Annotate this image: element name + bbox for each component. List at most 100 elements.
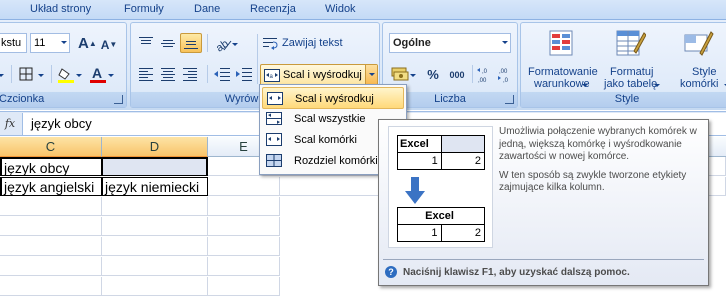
svg-text:,00: ,00 bbox=[478, 78, 487, 84]
text-orientation-icon: ab bbox=[214, 38, 232, 52]
underline-button[interactable] bbox=[0, 64, 5, 84]
decrease-decimal-icon: ,00 ,0 bbox=[498, 69, 509, 84]
cell-e4[interactable] bbox=[208, 217, 280, 236]
cell-e7[interactable] bbox=[208, 277, 280, 296]
font-group: kstu 11 A▲ A▼ A Czcionka bbox=[0, 22, 127, 108]
wrap-text-icon bbox=[263, 38, 278, 50]
merge-center-label: Scal i wyśrodkuj bbox=[283, 69, 362, 81]
thousands-separator-button[interactable]: 000 bbox=[445, 64, 469, 84]
cell-d5[interactable] bbox=[102, 237, 208, 256]
after-table: Excel 1 2 bbox=[397, 207, 485, 242]
cell-d4[interactable] bbox=[102, 217, 208, 236]
orientation-button[interactable]: ab bbox=[211, 33, 241, 53]
menu-item-label: Rozdziel komórki bbox=[294, 155, 378, 167]
cell-d1[interactable] bbox=[102, 157, 208, 176]
thousands-icon: 000 bbox=[449, 70, 465, 80]
percent-icon: % bbox=[427, 67, 439, 82]
cell-e6[interactable] bbox=[208, 257, 280, 276]
align-right-button[interactable] bbox=[180, 64, 200, 84]
tab-data[interactable]: Dane bbox=[194, 3, 220, 15]
arrow-down-icon bbox=[405, 177, 425, 204]
svg-text:,0: ,0 bbox=[503, 78, 509, 84]
tab-view[interactable]: Widok bbox=[325, 3, 356, 15]
tab-formulas[interactable]: Formuły bbox=[124, 3, 164, 15]
font-group-label: Czcionka bbox=[0, 92, 126, 107]
cell-styles-icon bbox=[684, 31, 714, 56]
ribbon-tabs: Układ strony Formuły Dane Recenzja Widok bbox=[0, 0, 726, 20]
increase-decimal-icon: ,0 ,00 bbox=[477, 68, 488, 84]
cell-d6[interactable] bbox=[102, 257, 208, 276]
fill-color-button[interactable] bbox=[55, 64, 85, 84]
tab-review[interactable]: Recenzja bbox=[250, 3, 296, 15]
cell-e5[interactable] bbox=[208, 237, 280, 256]
cell-c7[interactable] bbox=[0, 277, 102, 296]
decrease-indent-button[interactable] bbox=[211, 64, 231, 84]
number-format-select[interactable]: Ogólne bbox=[389, 33, 511, 53]
chevron-down-icon bbox=[61, 41, 67, 44]
align-bottom-button[interactable] bbox=[180, 33, 202, 53]
dialog-launcher-icon[interactable] bbox=[114, 95, 123, 104]
merge-across-icon bbox=[266, 112, 282, 125]
cell-d3[interactable] bbox=[102, 197, 208, 216]
cell-e2[interactable] bbox=[208, 177, 280, 196]
grow-font-button[interactable]: A▲ bbox=[77, 33, 97, 53]
chevron-down-icon bbox=[232, 43, 238, 46]
paint-bucket-icon bbox=[58, 68, 74, 83]
help-icon: ? bbox=[385, 266, 397, 278]
cell-c5[interactable] bbox=[0, 237, 102, 256]
cell-c3[interactable] bbox=[0, 197, 102, 216]
borders-icon bbox=[19, 67, 33, 81]
accounting-format-button[interactable] bbox=[389, 64, 419, 84]
align-center-button[interactable] bbox=[158, 64, 178, 84]
conditional-formatting-button[interactable]: Formatowanie warunkowe bbox=[525, 26, 598, 92]
cell-c6[interactable] bbox=[0, 257, 102, 276]
cell-c2[interactable]: język angielski bbox=[0, 177, 102, 196]
cell-c4[interactable] bbox=[0, 217, 102, 236]
tooltip-text: Umożliwia połączenie wybranych komórek w… bbox=[499, 126, 699, 201]
cell-styles-button[interactable]: Style komórki bbox=[667, 26, 726, 92]
wrap-text-label: Zawijaj tekst bbox=[282, 37, 343, 49]
merge-dropdown-toggle[interactable] bbox=[365, 65, 377, 85]
align-center-icon bbox=[161, 68, 175, 81]
format-as-table-button[interactable]: Formatuj jako tabelę bbox=[595, 26, 663, 92]
borders-button[interactable] bbox=[15, 64, 47, 84]
align-top-icon bbox=[139, 37, 153, 44]
cell-e3[interactable] bbox=[208, 197, 280, 216]
chevron-down-icon bbox=[108, 74, 114, 77]
font-color-button[interactable]: A bbox=[87, 64, 117, 84]
align-left-button[interactable] bbox=[136, 64, 156, 84]
wrap-text-button[interactable]: Zawijaj tekst bbox=[261, 33, 361, 53]
before-header: Excel bbox=[397, 135, 442, 153]
menu-item-merge-center[interactable]: Scal i wyśrodkuj bbox=[262, 87, 404, 109]
insert-function-button[interactable]: fx bbox=[0, 114, 20, 134]
increase-indent-icon bbox=[236, 68, 252, 81]
increase-indent-button[interactable] bbox=[233, 64, 253, 84]
shrink-font-button[interactable]: A▼ bbox=[99, 33, 119, 53]
menu-item-label: Scal komórki bbox=[294, 134, 357, 146]
align-top-button[interactable] bbox=[136, 33, 156, 53]
grow-font-icon: A bbox=[78, 35, 89, 52]
separator bbox=[51, 65, 52, 83]
percent-button[interactable]: % bbox=[423, 64, 443, 84]
tooltip-help-text: Naciśnij klawisz F1, aby uzyskać dalszą … bbox=[403, 267, 630, 278]
align-middle-button[interactable] bbox=[158, 33, 178, 53]
increase-decimal-button[interactable]: ,0 ,00 bbox=[475, 64, 495, 84]
merge-center-button[interactable]: a Scal i wyśrodkuj bbox=[260, 64, 378, 86]
font-size-value: 11 bbox=[34, 37, 46, 49]
column-header-d[interactable]: D bbox=[102, 137, 208, 157]
menu-item-label: Scal i wyśrodkuj bbox=[295, 93, 374, 105]
cell-d2[interactable]: język niemiecki bbox=[102, 177, 208, 196]
font-size-select[interactable]: 11 bbox=[30, 33, 70, 53]
separator bbox=[257, 34, 258, 84]
font-name-select[interactable]: kstu bbox=[0, 33, 27, 53]
column-header-c[interactable]: C bbox=[0, 137, 102, 157]
cell-c1[interactable]: język obcy bbox=[0, 157, 102, 176]
decrease-decimal-button[interactable]: ,00 ,0 bbox=[496, 64, 516, 84]
svg-text:,0: ,0 bbox=[482, 69, 488, 75]
format-as-table-icon bbox=[616, 30, 646, 56]
font-name-value: kstu bbox=[1, 37, 22, 49]
cell-d7[interactable] bbox=[102, 277, 208, 296]
dialog-launcher-icon[interactable] bbox=[505, 95, 514, 104]
tab-page-layout[interactable]: Układ strony bbox=[30, 3, 91, 15]
conditional-formatting-label-1: Formatowanie bbox=[528, 66, 598, 78]
